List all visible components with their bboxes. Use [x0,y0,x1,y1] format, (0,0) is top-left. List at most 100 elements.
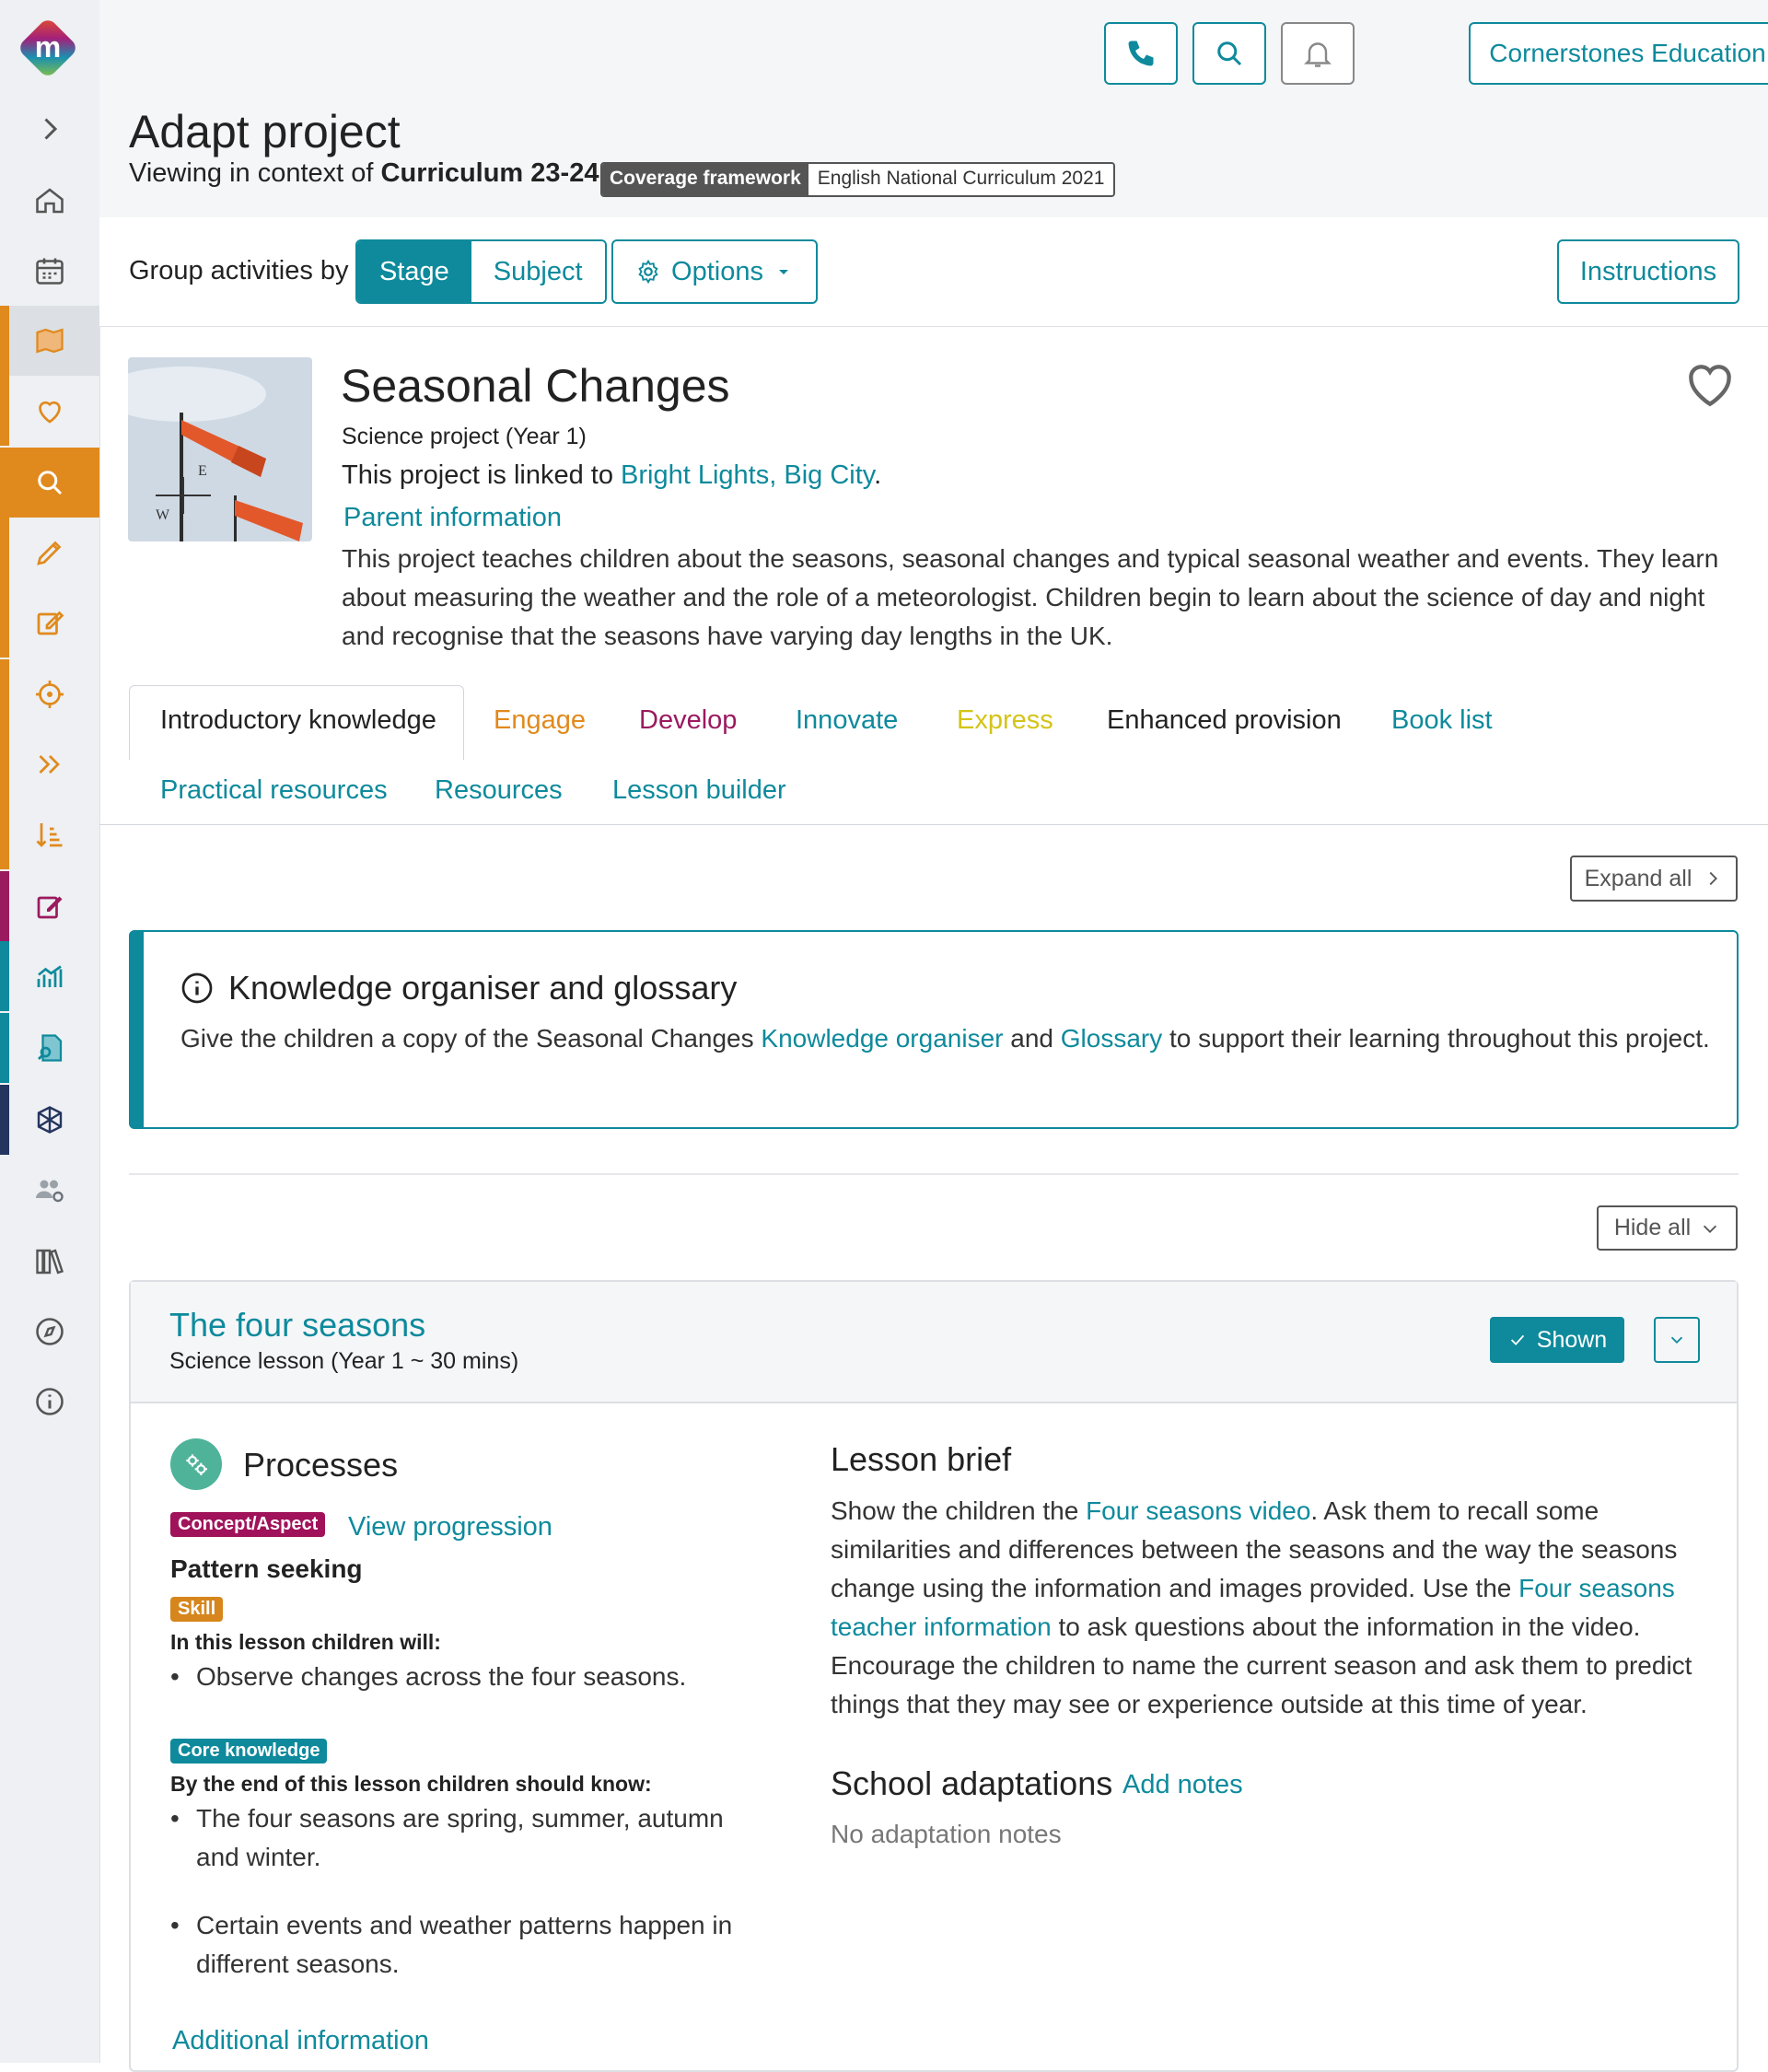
will-item-text: Observe changes across the four seasons. [196,1662,687,1691]
additional-information-link[interactable]: Additional information [172,2026,429,2056]
context-prefix: Viewing in context of [129,158,374,188]
tab-enhanced-provision[interactable]: Enhanced provision [1107,705,1342,736]
add-notes-link[interactable]: Add notes [1122,1770,1243,1800]
chart-icon[interactable] [0,941,99,1011]
tab-book-list[interactable]: Book list [1391,705,1493,736]
project-description: This project teaches children about the … [342,544,1719,650]
map-icon[interactable] [0,306,99,376]
linked-prefix: This project is linked to [342,460,613,490]
options-button[interactable]: Options [611,239,818,304]
know-item-text: The four seasons are spring, summer, aut… [196,1804,724,1871]
pattern-seeking-heading: Pattern seeking [170,1554,363,1583]
project-subtitle: Science project (Year 1) [342,424,587,449]
notifications-button[interactable] [1281,22,1355,85]
list-item: • The four seasons are spring, summer, au… [170,1799,760,1877]
coverage-framework-badge: Coverage framework English National Curr… [600,162,1116,197]
page-header: Cornerstones Education Adapt project Vie… [99,0,1768,218]
brief-text-1: Show the children the [831,1496,1079,1525]
tab-resources[interactable]: Resources [435,775,563,806]
target-icon[interactable] [0,659,99,729]
knowledge-organiser-link[interactable]: Knowledge organiser [761,1024,1003,1053]
page-title: Adapt project [129,106,401,157]
will-label: In this lesson children will: [170,1630,441,1654]
linked-project-link[interactable]: Bright Lights, Big City [621,460,874,490]
lesson-card: The four seasons Science lesson (Year 1 … [129,1280,1739,2072]
glossary-link[interactable]: Glossary [1061,1024,1162,1053]
pencil-ruler-icon[interactable] [0,518,99,588]
fast-forward-icon[interactable] [0,729,99,799]
check-icon [1510,1334,1524,1345]
heart-icon[interactable] [0,376,99,446]
expand-all-button[interactable]: Expand all [1570,856,1738,902]
edit-icon[interactable] [0,588,99,658]
search-icon[interactable] [0,448,99,518]
know-item-text: Certain events and weather patterns happ… [196,1911,733,1978]
chevron-right-icon [1709,871,1718,886]
skill-badge: Skill [170,1597,224,1622]
compass-icon[interactable] [0,1297,99,1367]
four-seasons-video-link[interactable]: Four seasons video [1086,1496,1310,1525]
network-icon[interactable] [0,1085,99,1155]
tab-develop[interactable]: Develop [639,705,737,736]
no-adaptation-notes: No adaptation notes [831,1820,1062,1848]
subject-button[interactable]: Subject [471,241,605,302]
organisation-name: Cornerstones Education [1489,39,1766,67]
view-progression-link[interactable]: View progression [348,1512,552,1542]
chevron-down-icon [1704,1225,1717,1233]
file-search-icon[interactable] [0,1013,99,1083]
core-knowledge-badge: Core knowledge [170,1739,328,1764]
edit-pink-icon[interactable] [0,871,99,941]
tab-express[interactable]: Express [957,705,1053,736]
favourite-heart-icon[interactable] [1681,357,1739,411]
context-line: Viewing in context of Curriculum 23-24 [129,158,599,189]
lesson-subtitle: Science lesson (Year 1 ~ 30 mins) [169,1348,519,1374]
info-icon[interactable] [0,1367,99,1437]
logo-icon[interactable]: m [15,15,81,81]
organisation-menu[interactable]: Cornerstones Education [1469,22,1768,85]
project-title: Seasonal Changes [341,360,730,412]
organiser-text-3: to support their learning throughout thi… [1169,1024,1710,1053]
processes-heading: Processes [243,1446,399,1484]
lesson-brief-heading: Lesson brief [831,1440,1012,1478]
parent-information-link[interactable]: Parent information [343,503,562,533]
shown-toggle-button[interactable]: Shown [1490,1317,1624,1363]
lesson-title[interactable]: The four seasons [169,1306,425,1344]
home-icon[interactable] [0,166,99,236]
phone-button[interactable] [1104,22,1178,85]
toolbar: Group activities by Stage Subject Option… [99,217,1768,327]
group-by-label: Group activities by [129,256,349,285]
tab-introductory-knowledge[interactable]: Introductory knowledge [160,705,436,736]
coverage-key: Coverage framework [602,164,808,195]
expand-icon[interactable] [0,94,99,164]
stage-button[interactable]: Stage [357,241,471,302]
coverage-value: English National Curriculum 2021 [808,164,1114,195]
knowledge-organiser-box: Knowledge organiser and glossary Give th… [129,930,1739,1129]
instructions-button[interactable]: Instructions [1557,239,1739,304]
expand-all-label: Expand all [1584,865,1692,891]
shown-label: Shown [1536,1326,1608,1353]
gears-icon [170,1438,222,1490]
tabs-divider [99,824,1768,825]
section-divider [129,1173,1739,1175]
info-icon [181,972,213,1004]
project-linked: This project is linked to Bright Lights,… [342,460,881,491]
tab-lesson-builder[interactable]: Lesson builder [612,775,786,806]
tab-practical-resources[interactable]: Practical resources [160,775,388,806]
library-icon[interactable] [0,1227,99,1297]
lesson-brief-text: Show the children the Four seasons video… [831,1492,1696,1724]
calendar-icon[interactable] [0,236,99,306]
phone-icon [1128,41,1154,66]
collapse-lesson-button[interactable] [1654,1317,1700,1363]
tab-innovate[interactable]: Innovate [796,705,898,736]
svg-text:m: m [35,30,61,64]
school-adaptations-heading: School adaptations [831,1764,1113,1802]
caret-down-icon [778,270,788,274]
tab-engage[interactable]: Engage [494,705,586,736]
search-button[interactable] [1192,22,1266,85]
group-by-toggle: Stage Subject [355,239,607,304]
sort-icon[interactable] [0,799,99,869]
concept-aspect-badge: Concept/Aspect [170,1512,326,1537]
list-item: • Certain events and weather patterns hap… [170,1906,760,1984]
hide-all-button[interactable]: Hide all [1597,1205,1738,1251]
users-gear-icon[interactable] [0,1155,99,1225]
